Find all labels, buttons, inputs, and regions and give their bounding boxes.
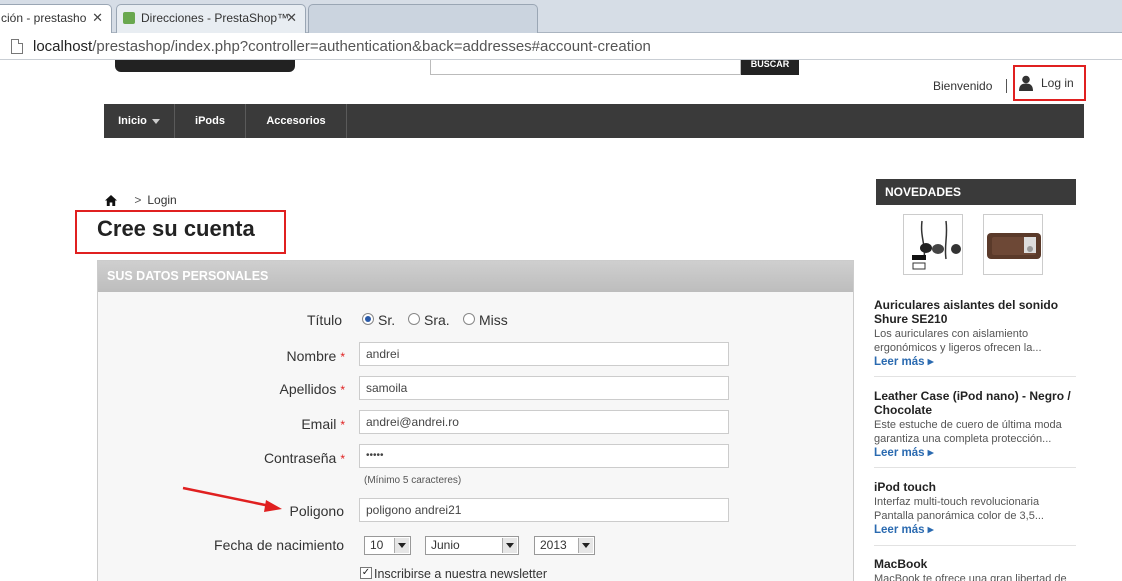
product-thumbnail-earphones[interactable] — [903, 214, 963, 275]
user-icon — [1019, 75, 1033, 91]
section-title: SUS DATOS PERSONALES — [98, 261, 853, 292]
email-label: Email * — [301, 416, 345, 432]
divider — [1006, 79, 1007, 93]
sidebar-item-desc: Este estuche de cuero de última moda gar… — [874, 419, 1062, 445]
page-title: Cree su cuenta — [97, 216, 255, 241]
address-bar[interactable]: localhost/prestashop/index.php?controlle… — [0, 33, 1122, 60]
tab-direcciones[interactable]: Direcciones - PrestaShop™ ✕ — [116, 4, 306, 33]
search-button[interactable]: BUSCAR — [741, 60, 799, 75]
breadcrumb-current: Login — [147, 193, 177, 207]
apellidos-field[interactable]: samoila — [359, 376, 729, 400]
birthdate-label: Fecha de nacimiento — [214, 537, 344, 553]
sidebar-item-desc: Interfaz multi-touch revolucionaria Pant… — [874, 496, 1044, 522]
password-hint: (Mínimo 5 caracteres) — [364, 475, 462, 486]
password-field[interactable]: ••••• — [359, 444, 729, 468]
browser-tab-bar: ción - prestasho ✕ Direcciones - PrestaS… — [0, 0, 1122, 34]
birth-day-select[interactable]: 10 — [364, 536, 411, 555]
breadcrumb: > Login — [105, 193, 177, 207]
read-more-link[interactable]: Leer más — [874, 445, 933, 459]
breadcrumb-separator: > — [134, 193, 142, 207]
prestashop-favicon-icon — [123, 11, 135, 24]
product-thumbnail-case[interactable] — [983, 214, 1043, 275]
nav-item-accesorios[interactable]: Accesorios — [246, 104, 347, 138]
birth-year-select[interactable]: 2013 — [534, 536, 595, 555]
title-radio-sra[interactable] — [408, 313, 420, 325]
tab-authentication[interactable]: ción - prestasho ✕ — [0, 4, 112, 34]
tab-blurred[interactable] — [308, 4, 538, 33]
sidebar-item-title[interactable]: MacBook — [874, 557, 1074, 571]
search-input[interactable] — [430, 60, 741, 75]
sidebar-item-title[interactable]: Auriculares aislantes del sonido Shure S… — [874, 298, 1074, 326]
chevron-down-icon — [394, 538, 409, 553]
read-more-link[interactable]: Leer más — [874, 522, 933, 536]
main-nav: Inicio iPods Accesorios — [104, 104, 1084, 138]
sidebar-item-title[interactable]: Leather Case (iPod nano) - Negro / Choco… — [874, 389, 1074, 417]
login-link[interactable]: Log in — [1013, 65, 1086, 101]
title-radio-miss[interactable] — [463, 313, 475, 325]
newsletter-checkbox[interactable]: ✓ — [360, 567, 372, 579]
title-option-sra: Sra. — [424, 312, 450, 328]
leather-case-icon — [987, 233, 1041, 259]
title-option-sr: Sr. — [378, 312, 396, 328]
poligono-field[interactable]: poligono andrei21 — [359, 498, 729, 522]
sidebar-title: NOVEDADES — [876, 179, 1076, 205]
login-label: Log in — [1041, 76, 1074, 90]
nav-item-ipods[interactable]: iPods — [175, 104, 246, 138]
home-icon[interactable] — [105, 195, 117, 206]
sidebar-item-title[interactable]: iPod touch — [874, 480, 1074, 494]
annotation-arrow-icon — [182, 486, 282, 512]
chevron-down-icon — [578, 538, 593, 553]
sidebar-item-desc: MacBook te ofrece una gran libertad de — [874, 573, 1067, 581]
nav-item-inicio[interactable]: Inicio — [104, 104, 175, 138]
tab-label: ción - prestasho — [1, 11, 87, 25]
newsletter-label: Inscribirse a nuestra newsletter — [374, 567, 547, 581]
sidebar-item-desc: Los auriculares con aislamiento ergonómi… — [874, 328, 1042, 354]
divider — [874, 467, 1076, 468]
chevron-down-icon — [151, 118, 160, 124]
chevron-down-icon — [502, 538, 517, 553]
divider — [874, 376, 1076, 377]
welcome-text: Bienvenido — [933, 79, 993, 93]
close-icon[interactable]: ✕ — [286, 5, 297, 31]
title-option-miss: Miss — [479, 312, 508, 328]
store-logo[interactable] — [115, 60, 295, 72]
earphones-icon — [912, 220, 961, 270]
read-more-link[interactable]: Leer más — [874, 354, 933, 368]
divider — [874, 545, 1076, 546]
tab-label: Direcciones - PrestaShop™ — [141, 11, 290, 25]
close-icon[interactable]: ✕ — [92, 5, 103, 31]
nombre-field[interactable]: andrei — [359, 342, 729, 366]
title-radio-sr[interactable] — [362, 313, 374, 325]
birth-month-select[interactable]: Junio — [425, 536, 519, 555]
page-icon — [11, 39, 23, 54]
email-field[interactable]: andrei@andrei.ro — [359, 410, 729, 434]
personal-data-panel: SUS DATOS PERSONALES Título Sr. Sra. Mis… — [97, 260, 854, 581]
title-label: Título — [306, 312, 342, 328]
password-label: Contraseña * — [263, 450, 345, 466]
url-text[interactable]: localhost/prestashop/index.php?controlle… — [33, 38, 651, 55]
apellidos-label: Apellidos * — [279, 381, 346, 397]
nombre-label: Nombre * — [286, 348, 345, 364]
